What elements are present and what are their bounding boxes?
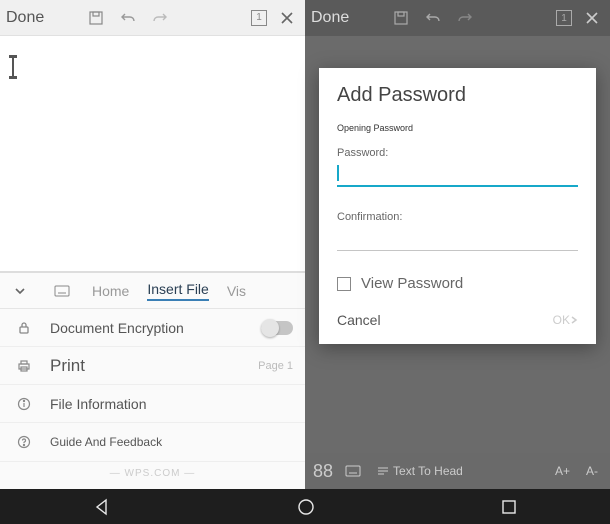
keyboard-icon[interactable] [50, 279, 74, 303]
done-button[interactable]: Done [311, 9, 349, 27]
encryption-toggle[interactable] [261, 321, 293, 335]
back-button[interactable] [92, 497, 112, 517]
wps-footer: — WPS.COM — [0, 461, 305, 489]
page-indicator[interactable]: 1 [251, 10, 267, 26]
android-navbar [0, 489, 610, 524]
row-label: Print [50, 356, 258, 376]
done-button[interactable]: Done [6, 9, 44, 27]
close-icon[interactable] [275, 6, 299, 30]
row-encryption[interactable]: Document Encryption [0, 309, 305, 347]
redo-icon[interactable] [148, 6, 172, 30]
document-canvas[interactable] [0, 36, 305, 272]
home-button[interactable] [297, 498, 315, 516]
right-screen: Done 1 Add Password Opening Password Pas… [305, 0, 610, 489]
save-icon[interactable] [84, 6, 108, 30]
undo-icon[interactable] [421, 6, 445, 30]
tab-home[interactable]: Home [92, 283, 129, 299]
dialog-subtitle: Opening Password [337, 123, 578, 133]
font-decrease-button[interactable]: A- [582, 462, 602, 480]
view-password-label: View Password [361, 275, 463, 292]
collapse-icon[interactable] [8, 279, 32, 303]
text-caret [12, 58, 14, 76]
row-print[interactable]: Print Page 1 [0, 347, 305, 385]
topbar: Done 1 [0, 0, 305, 36]
row-fileinfo[interactable]: File Information [0, 385, 305, 423]
bottom-panel: Home Insert File Vis Document Encryption… [0, 272, 305, 489]
font-size-value[interactable]: 88 [313, 461, 333, 482]
save-icon[interactable] [389, 6, 413, 30]
undo-icon[interactable] [116, 6, 140, 30]
add-password-dialog: Add Password Opening Password Password: … [319, 68, 596, 344]
format-bar: 88 Text To Head A+ A- [305, 453, 610, 489]
tab-insert[interactable]: Insert File [147, 281, 208, 301]
checkbox-icon[interactable] [337, 277, 351, 291]
confirm-label: Confirmation: [337, 211, 578, 223]
redo-icon[interactable] [453, 6, 477, 30]
password-label: Password: [337, 147, 578, 159]
dialog-title: Add Password [337, 84, 578, 107]
tab-row: Home Insert File Vis [0, 273, 305, 309]
lock-icon [12, 316, 36, 340]
print-page: Page 1 [258, 360, 293, 372]
page-indicator[interactable]: 1 [556, 10, 572, 26]
keyboard-icon[interactable] [341, 459, 365, 483]
confirm-input[interactable] [337, 225, 578, 251]
text-to-head-button[interactable]: Text To Head [373, 462, 467, 480]
row-label: Document Encryption [50, 320, 261, 336]
ok-button[interactable]: OK [553, 313, 578, 327]
close-icon[interactable] [580, 6, 604, 30]
recents-button[interactable] [500, 498, 518, 516]
row-label: File Information [50, 396, 293, 412]
printer-icon [12, 354, 36, 378]
row-feedback[interactable]: Guide And Feedback [0, 423, 305, 461]
input-caret [337, 165, 339, 181]
cancel-button[interactable]: Cancel [337, 312, 381, 328]
left-screen: Done 1 [0, 0, 305, 489]
row-label: Guide And Feedback [50, 435, 293, 449]
info-icon [12, 392, 36, 416]
topbar: Done 1 [305, 0, 610, 36]
font-increase-button[interactable]: A+ [551, 462, 574, 480]
password-input[interactable] [337, 161, 578, 187]
view-password-row[interactable]: View Password [337, 275, 578, 292]
tab-view[interactable]: Vis [227, 283, 246, 299]
help-icon [12, 430, 36, 454]
